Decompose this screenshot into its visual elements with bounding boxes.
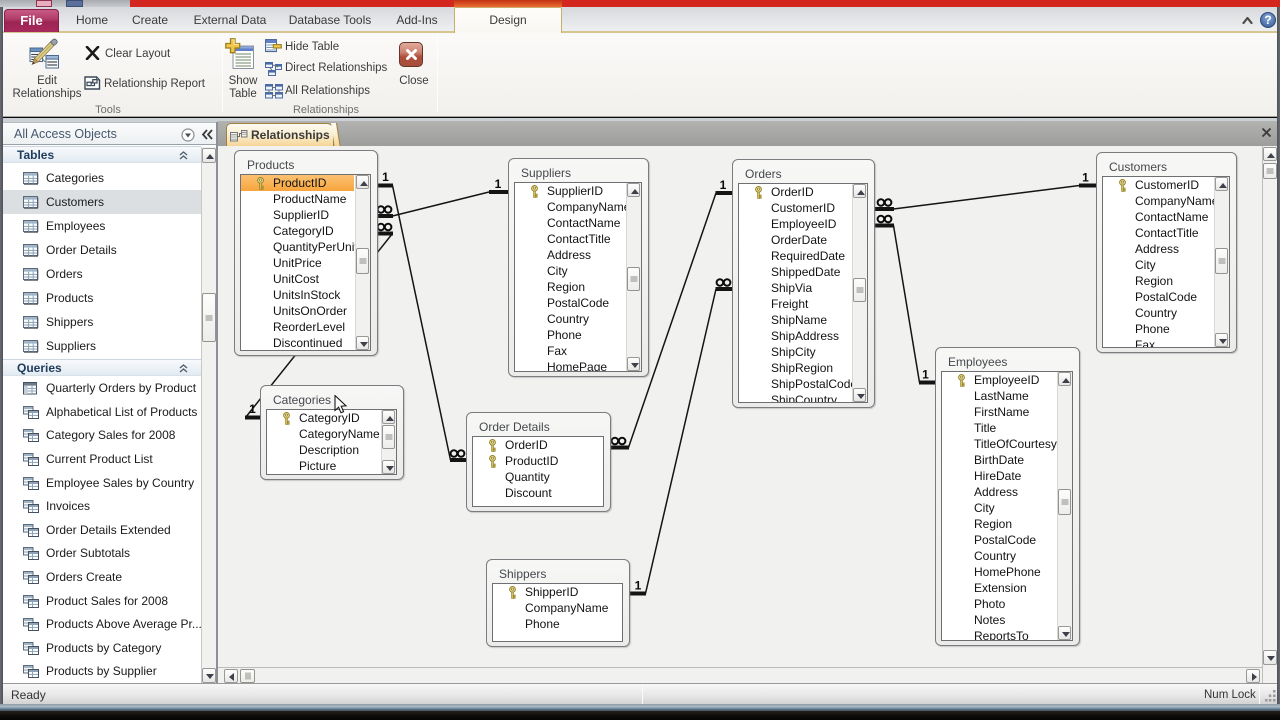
- svg-text:1: 1: [1082, 171, 1089, 185]
- svg-text:1: 1: [382, 170, 389, 184]
- svg-text:1: 1: [495, 177, 502, 191]
- svg-text:1: 1: [635, 579, 642, 593]
- svg-text:1: 1: [720, 178, 727, 192]
- svg-text:1: 1: [922, 368, 929, 382]
- svg-text:1: 1: [249, 402, 256, 416]
